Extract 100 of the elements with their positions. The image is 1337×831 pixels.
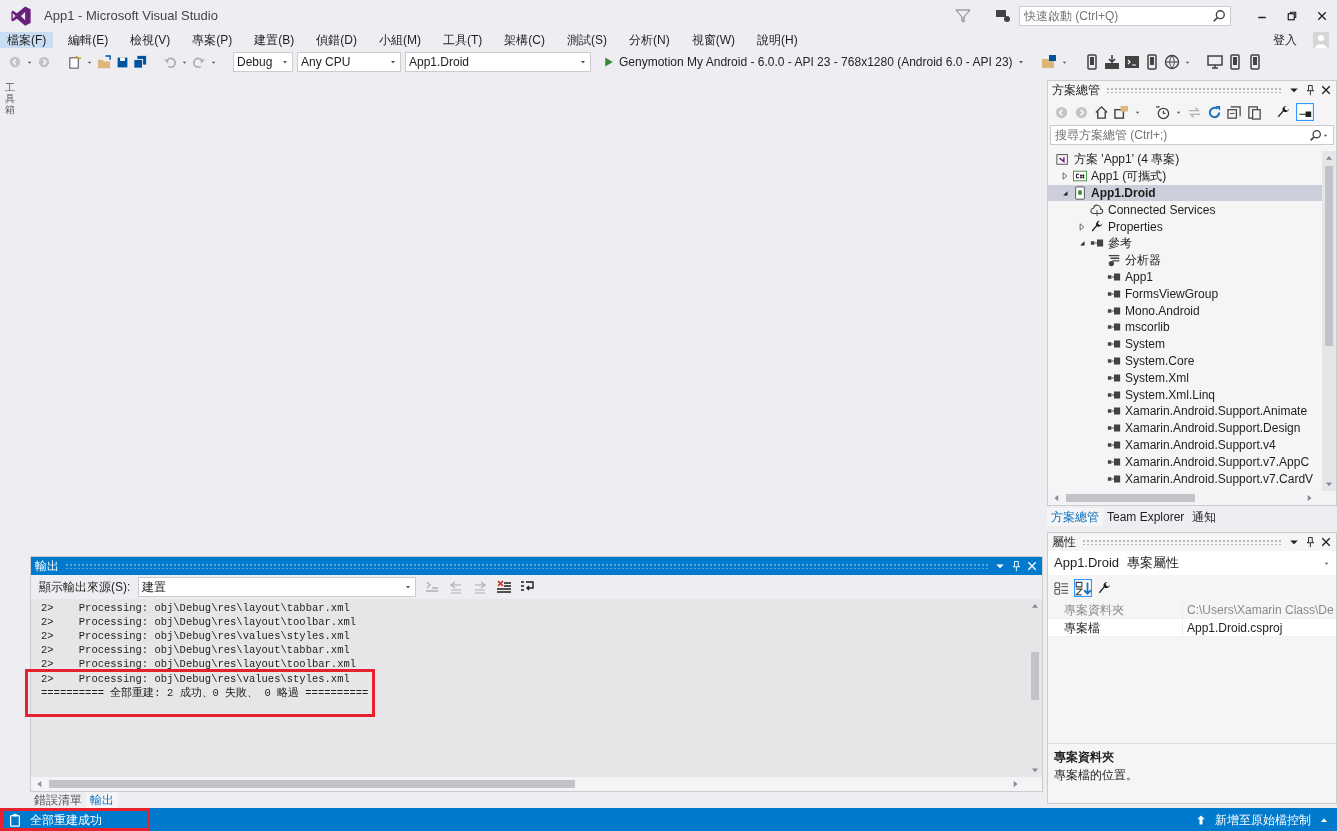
object-selector[interactable]: App1.Droid 專案屬性	[1048, 551, 1336, 575]
menu-item[interactable]: 工具(T)	[436, 32, 490, 48]
caret-icon	[404, 583, 413, 591]
sign-in-link[interactable]: 登入	[1273, 31, 1297, 49]
panel-tab[interactable]: Team Explorer	[1103, 508, 1189, 526]
startup-project-dropdown[interactable]: App1.Droid	[405, 52, 591, 72]
tree-item[interactable]: Properties	[1048, 218, 1322, 235]
tree-item[interactable]: Xamarin.Android.Support.v4	[1048, 436, 1322, 454]
alphabetical-icon[interactable]	[1074, 579, 1092, 597]
output-source-dropdown[interactable]: 建置	[138, 577, 417, 597]
tree-item[interactable]: Xamarin.Android.Support.v7.CardV	[1048, 470, 1322, 487]
views-icon[interactable]	[1114, 104, 1129, 120]
scrollbar[interactable]	[31, 777, 1042, 791]
start-button[interactable]: Genymotion My Android - 6.0.0 - API 23 - 768x1280 (Android 6.0 - API 23)	[603, 53, 1025, 71]
close-icon[interactable]	[1316, 10, 1328, 22]
wrench-icon[interactable]	[1097, 580, 1112, 596]
collapse-all-icon[interactable]	[1227, 104, 1242, 120]
close-icon[interactable]	[1320, 84, 1332, 96]
phone-project-icon	[1073, 186, 1087, 200]
panel-tab[interactable]: 錯誤清單	[30, 792, 86, 808]
open-folder-icon[interactable]	[97, 54, 112, 70]
menu-item[interactable]: 偵錯(D)	[309, 32, 364, 48]
caret-icon	[579, 58, 587, 66]
categorized-icon[interactable]	[1054, 580, 1069, 596]
tree-item[interactable]: App1.Droid	[1048, 184, 1322, 202]
property-value: C:\Users\Xamarin Class\De	[1186, 601, 1334, 619]
tree-item[interactable]: App1 (可攜式)	[1048, 167, 1322, 185]
pin-icon[interactable]	[1304, 536, 1316, 548]
tree-item[interactable]: System.Core	[1048, 352, 1322, 370]
menu-item[interactable]: 架構(C)	[497, 32, 552, 48]
configuration-dropdown[interactable]: Debug	[233, 52, 293, 72]
menu-item[interactable]: 編輯(E)	[61, 32, 116, 48]
feedback-icon[interactable]	[995, 8, 1011, 24]
clear-all-icon[interactable]	[496, 579, 513, 595]
menu-item[interactable]: 說明(H)	[750, 32, 805, 48]
toolbox-tab[interactable]: 工具箱	[5, 82, 15, 115]
expand-arrow-icon[interactable]	[1076, 221, 1087, 232]
tree-item[interactable]: System.Xml.Linq	[1048, 386, 1322, 403]
tree-item[interactable]: Mono.Android	[1048, 302, 1322, 319]
folder-icon[interactable]	[1040, 54, 1057, 70]
preview-icon[interactable]	[1296, 103, 1314, 121]
tree-item[interactable]: System	[1048, 335, 1322, 353]
download-icon[interactable]	[1103, 54, 1120, 70]
show-all-files-icon[interactable]	[1247, 104, 1262, 120]
search-icon	[1309, 128, 1322, 142]
scroll-thumb[interactable]	[1325, 166, 1333, 346]
pending-changes-icon[interactable]	[1155, 104, 1170, 120]
panel-tab[interactable]: 輸出	[86, 792, 118, 808]
terminal-icon[interactable]	[1123, 54, 1140, 70]
tree-item[interactable]: App1	[1048, 268, 1322, 286]
tree-item[interactable]: 分析器	[1048, 251, 1322, 269]
tree-item[interactable]: mscorlib	[1048, 318, 1322, 336]
menu-item[interactable]: 檔案(F)	[0, 32, 54, 48]
platform-dropdown[interactable]: Any CPU	[297, 52, 401, 72]
menu-item[interactable]: 檢視(V)	[123, 32, 178, 48]
refresh-icon[interactable]	[1207, 104, 1222, 120]
source-control-button[interactable]: 新增至原始檔控制	[1195, 810, 1329, 829]
caret-icon	[281, 58, 289, 66]
caret-icon	[389, 58, 397, 66]
new-project-icon[interactable]	[67, 54, 82, 70]
panel-tab[interactable]: 方案總管	[1047, 508, 1103, 526]
panel-tab[interactable]: 通知	[1188, 508, 1221, 526]
search-input[interactable]: 搜尋方案總管 (Ctrl+;)	[1055, 126, 1309, 144]
wrench-icon[interactable]	[1276, 104, 1291, 120]
tree-item[interactable]: Xamarin.Android.Support.Animate	[1048, 402, 1322, 420]
filter-icon[interactable]	[955, 8, 971, 24]
pin-icon[interactable]	[1304, 84, 1316, 96]
home-icon[interactable]	[1094, 104, 1109, 120]
object-name: App1.Droid	[1054, 554, 1120, 573]
tree-item[interactable]: 參考	[1048, 235, 1322, 252]
menu-item[interactable]: 測試(S)	[560, 32, 614, 48]
menu-item[interactable]: 專案(P)	[185, 32, 240, 48]
search-field[interactable]: 搜尋方案總管 (Ctrl+;)	[1050, 125, 1334, 145]
tree-item[interactable]: Xamarin.Android.Support.Design	[1048, 419, 1322, 437]
close-icon[interactable]	[1320, 536, 1332, 548]
panel-title: 方案總管	[1052, 82, 1100, 99]
tree-item[interactable]: FormsViewGroup	[1048, 285, 1322, 303]
menu-item[interactable]: 小組(M)	[372, 32, 428, 48]
output-line: 2> Processing: obj\Debug\res\values\styles.xml	[41, 672, 351, 686]
scrollbar[interactable]	[1322, 151, 1336, 491]
expand-arrow-icon[interactable]	[1059, 171, 1070, 182]
property-name: 專案檔	[1058, 618, 1183, 637]
quick-launch-field[interactable]: 快速啟動 (Ctrl+Q)	[1019, 6, 1231, 26]
menu-item[interactable]: 分析(N)	[622, 32, 677, 48]
tree-item[interactable]: Xamarin.Android.Support.v7.AppC	[1048, 453, 1322, 471]
save-all-icon[interactable]	[133, 55, 147, 69]
tree-item[interactable]: Connected Services	[1048, 201, 1322, 219]
globe-icon[interactable]	[1163, 54, 1180, 70]
tree-item[interactable]: 方案 'App1' (4 專案)	[1048, 151, 1322, 168]
scroll-thumb[interactable]	[1031, 652, 1039, 700]
monitor-icon[interactable]	[1206, 54, 1223, 70]
menu-item[interactable]: 視窗(W)	[684, 32, 742, 48]
tree-item[interactable]: System.Xml	[1048, 369, 1322, 387]
quick-launch-input[interactable]: 快速啟動 (Ctrl+Q)	[1024, 7, 1212, 25]
restore-icon[interactable]	[1286, 10, 1298, 22]
caret-icon	[1016, 58, 1025, 66]
save-icon[interactable]	[116, 55, 129, 69]
menu-item[interactable]: 建置(B)	[247, 32, 302, 48]
panel-title: 屬性	[1052, 534, 1076, 551]
object-type: 專案屬性	[1127, 554, 1180, 573]
